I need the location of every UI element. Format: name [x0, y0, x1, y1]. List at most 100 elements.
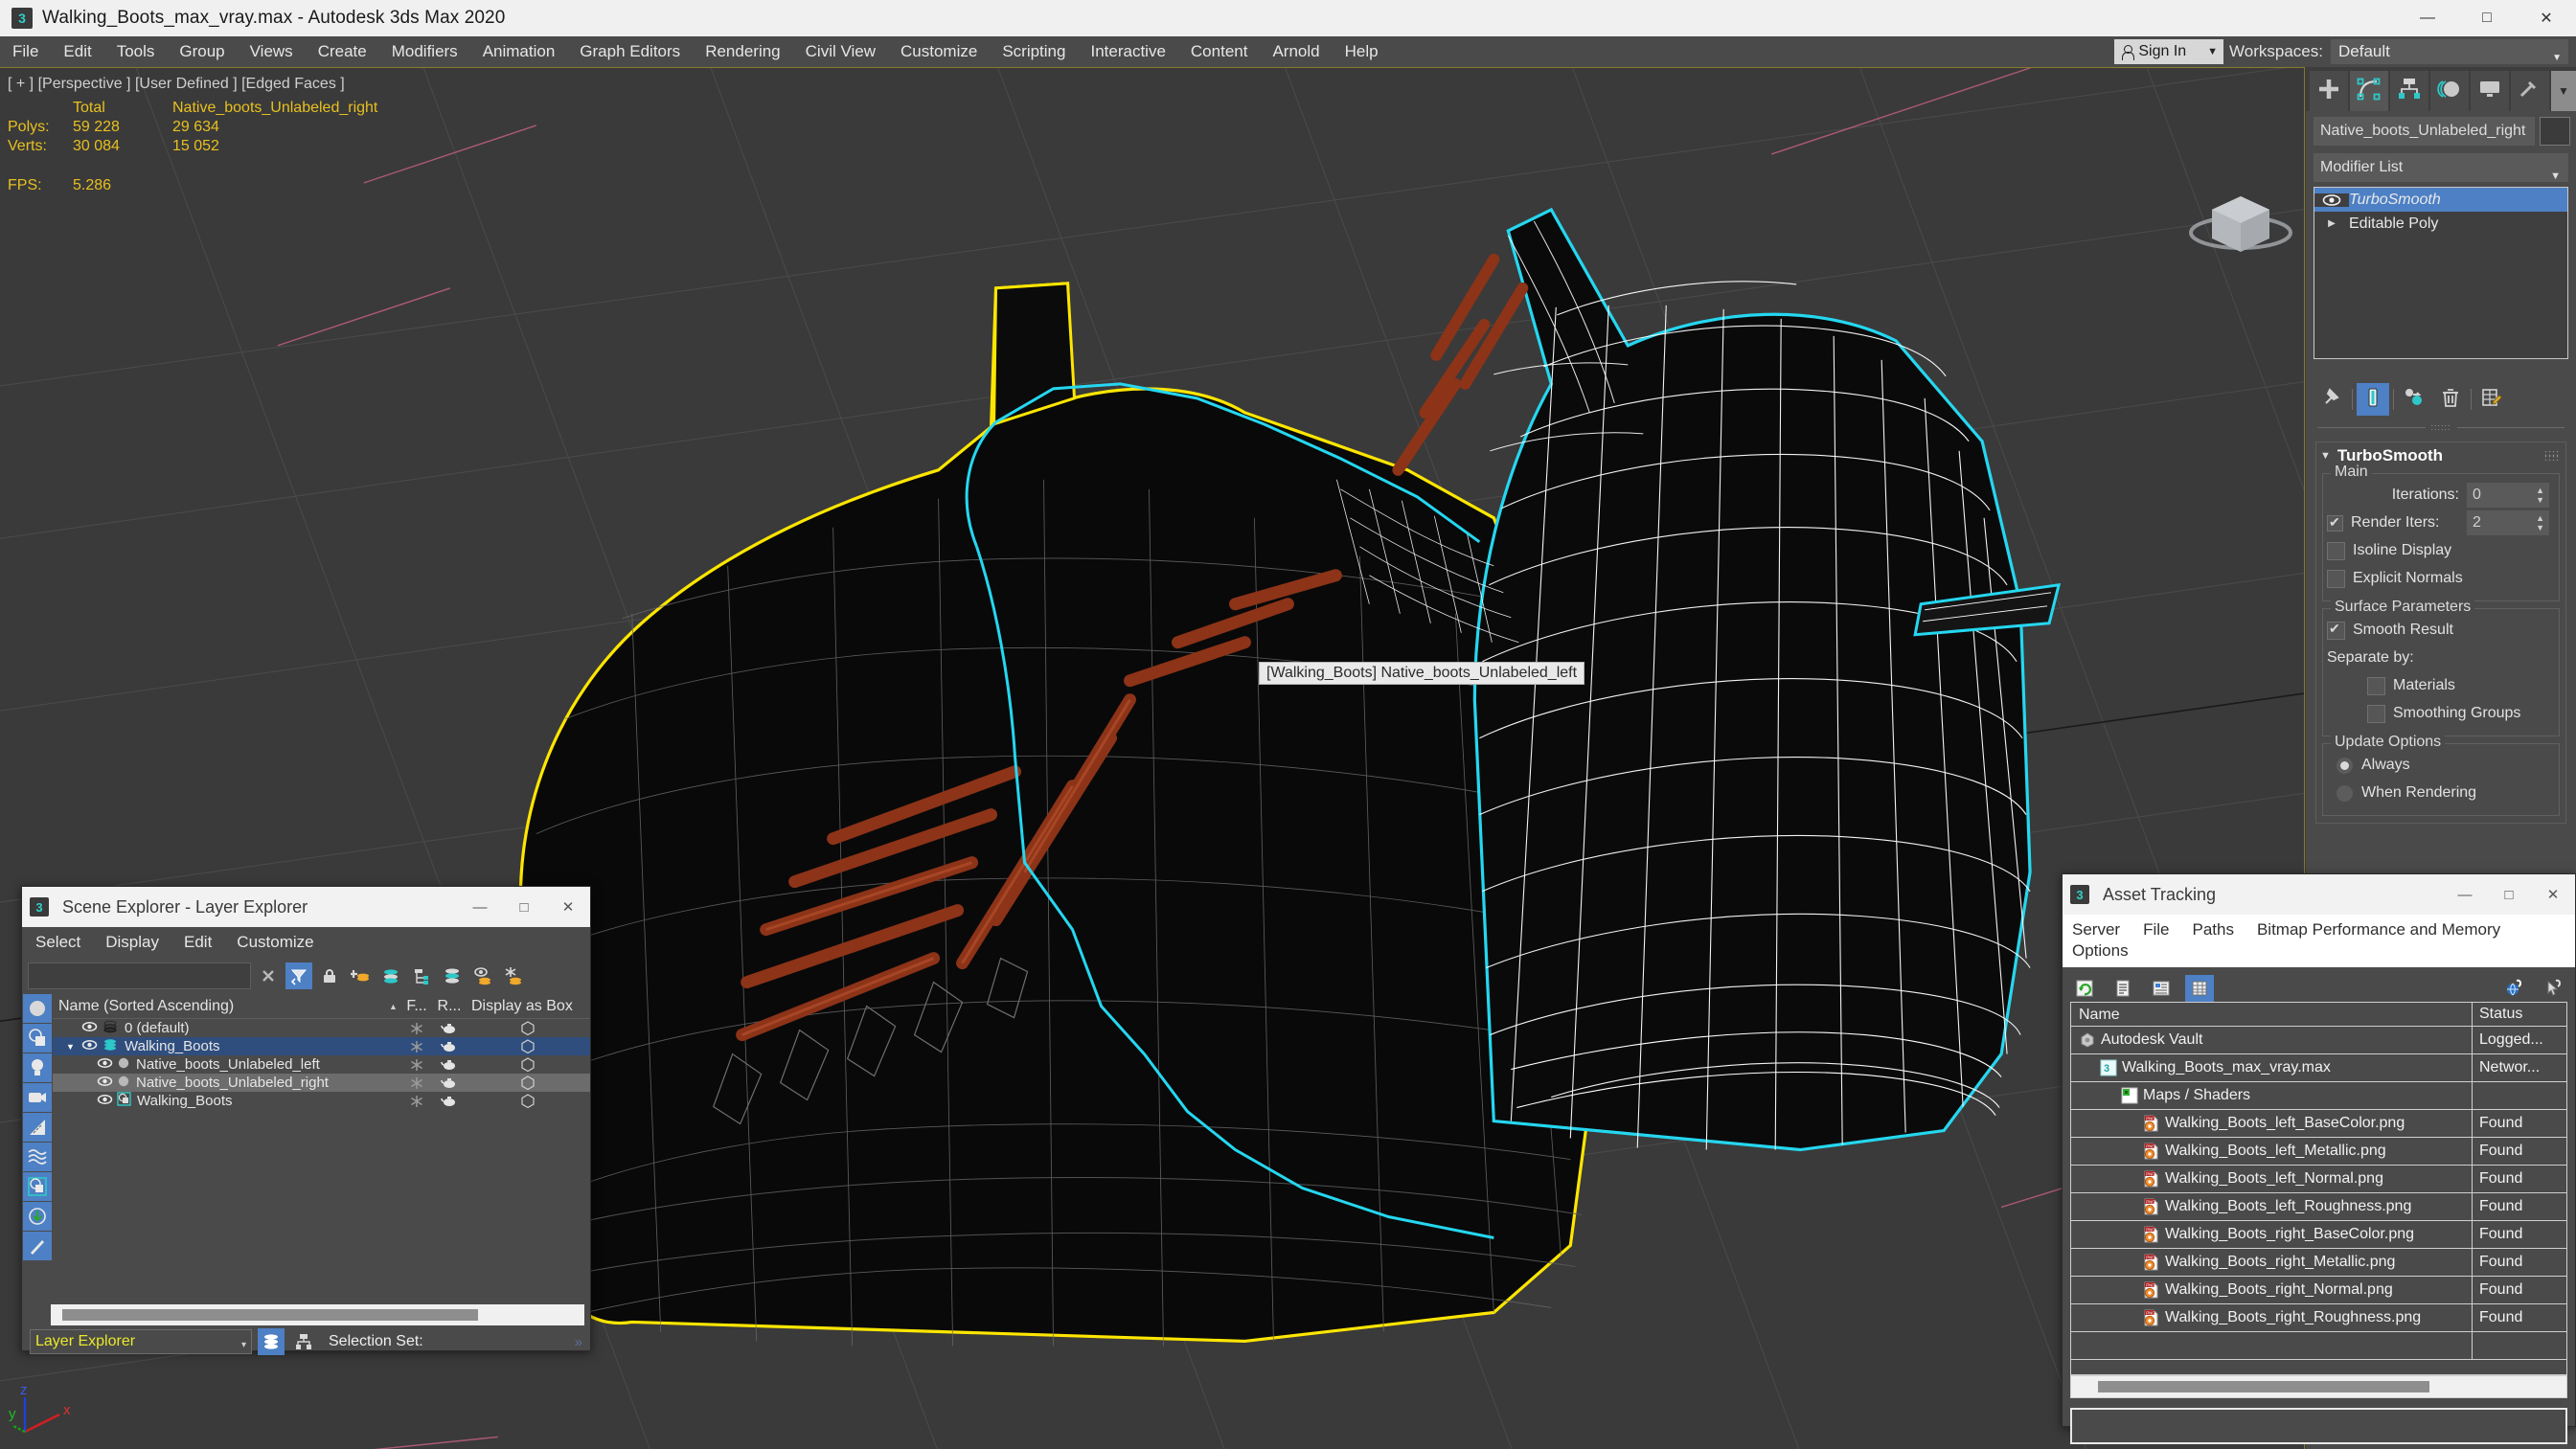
create-tab[interactable]: [2310, 71, 2348, 111]
menu-item-views[interactable]: Views: [238, 36, 306, 67]
pin-stack-button[interactable]: [2315, 383, 2348, 416]
spacewarps-filter-icon[interactable]: [23, 1143, 52, 1171]
eye-icon[interactable]: [81, 1020, 98, 1036]
scene-explorer-maximize-button[interactable]: □: [502, 887, 546, 927]
se-menu-item-edit[interactable]: Edit: [184, 933, 212, 952]
display-as-box-toggle[interactable]: [466, 1039, 590, 1053]
bones-filter-icon[interactable]: [23, 1232, 52, 1260]
menu-item-help[interactable]: Help: [1333, 36, 1391, 67]
expand-arrow-icon[interactable]: ▶: [2314, 218, 2349, 229]
menu-item-group[interactable]: Group: [167, 36, 237, 67]
display-as-box-toggle[interactable]: [466, 1075, 590, 1090]
table-row[interactable]: PNG Walking_Boots_left_BaseColor.png Found: [2071, 1109, 2566, 1138]
display-as-box-toggle[interactable]: [466, 1094, 590, 1108]
hide-layer-button[interactable]: [469, 962, 496, 989]
at-menu-item-options[interactable]: Options: [2072, 940, 2129, 962]
menu-item-animation[interactable]: Animation: [470, 36, 568, 67]
shapes-filter-icon[interactable]: [23, 1024, 52, 1053]
eye-icon[interactable]: [97, 1093, 113, 1109]
always-radio[interactable]: [2337, 757, 2353, 774]
eye-icon[interactable]: [81, 1038, 98, 1054]
column-render[interactable]: R...: [433, 998, 466, 1015]
frozen-toggle[interactable]: [400, 1022, 433, 1035]
at-menu-item-bitmap[interactable]: Bitmap Performance and Memory: [2257, 919, 2500, 940]
scene-explorer-minimize-button[interactable]: —: [458, 887, 502, 927]
modifier-list-dropdown[interactable]: Modifier List: [2314, 153, 2568, 191]
menu-item-arnold[interactable]: Arnold: [1260, 36, 1332, 67]
table-row[interactable]: Native_boots_Unlabeled_right: [53, 1074, 590, 1092]
table-row[interactable]: PNG Walking_Boots_left_Roughness.png Found: [2071, 1192, 2566, 1221]
table-row[interactable]: PNG Walking_Boots_right_Roughness.png Foun…: [2071, 1303, 2566, 1332]
menu-item-content[interactable]: Content: [1178, 36, 1261, 67]
table-row[interactable]: PNG Walking_Boots_right_Metallic.png Found: [2071, 1248, 2566, 1277]
se-menu-item-display[interactable]: Display: [105, 933, 159, 952]
scene-explorer-close-button[interactable]: ✕: [546, 887, 590, 927]
viewport-label[interactable]: [ + ] [Perspective ] [User Defined ] [Ed…: [8, 76, 377, 93]
layer-explorer-mode-button[interactable]: [258, 1328, 285, 1355]
display-as-box-toggle[interactable]: [466, 1057, 590, 1072]
table-row[interactable]: Autodesk Vault Logged...: [2071, 1026, 2566, 1054]
details-view-button[interactable]: [2147, 975, 2176, 1002]
groups-filter-icon[interactable]: [23, 1172, 52, 1201]
menu-item-scripting[interactable]: Scripting: [990, 36, 1078, 67]
scene-explorer-window[interactable]: 3 Scene Explorer - Layer Explorer — □ ✕ …: [21, 886, 591, 1357]
table-row[interactable]: Native_boots_Unlabeled_left: [53, 1055, 590, 1074]
filter-button[interactable]: [285, 962, 312, 989]
object-name-field[interactable]: Native_boots_Unlabeled_right: [2314, 117, 2535, 146]
asset-tracking-horizontal-scrollbar[interactable]: [2070, 1375, 2567, 1398]
frozen-toggle[interactable]: [400, 1058, 433, 1072]
close-button[interactable]: ✕: [2517, 0, 2576, 36]
eye-icon[interactable]: [97, 1056, 113, 1073]
expander-icon[interactable]: ▼: [66, 1042, 81, 1052]
scene-explorer-horizontal-scrollbar[interactable]: [51, 1304, 584, 1325]
se-menu-item-select[interactable]: Select: [35, 933, 80, 952]
scene-explorer-list[interactable]: Name (Sorted Ascending) ▲ F... R... Disp…: [53, 994, 590, 1301]
frozen-toggle[interactable]: [400, 1076, 433, 1090]
list-view-button[interactable]: [2109, 975, 2137, 1002]
table-row[interactable]: Walking_Boots: [53, 1092, 590, 1110]
layers-button[interactable]: [439, 962, 466, 989]
explorer-name-combo[interactable]: Layer Explorer: [30, 1329, 252, 1357]
table-row[interactable]: PNG Walking_Boots_right_BaseColor.png Foun…: [2071, 1220, 2566, 1249]
minimize-button[interactable]: —: [2398, 0, 2457, 36]
render-iters-checkbox[interactable]: [2327, 514, 2343, 532]
isoline-display-checkbox[interactable]: [2327, 541, 2345, 560]
menu-item-modifiers[interactable]: Modifiers: [379, 36, 470, 67]
render-toggle[interactable]: [433, 1077, 466, 1089]
modifier-stack[interactable]: TurboSmooth ▶ Editable Poly: [2314, 187, 2568, 359]
table-row[interactable]: 0 (default): [53, 1019, 590, 1037]
materials-checkbox[interactable]: [2367, 676, 2385, 695]
helpers-filter-icon[interactable]: [23, 1113, 52, 1142]
workspaces-select[interactable]: Default: [2331, 39, 2568, 71]
hierarchy-tab[interactable]: [2389, 71, 2428, 111]
render-toggle[interactable]: [433, 1023, 466, 1034]
modifier-stack-row[interactable]: TurboSmooth: [2314, 188, 2567, 212]
table-row[interactable]: PNG Walking_Boots_left_Metallic.png Found: [2071, 1137, 2566, 1166]
at-menu-item-server[interactable]: Server: [2072, 919, 2120, 940]
column-frozen[interactable]: F...: [400, 998, 433, 1015]
asset-tracking-window[interactable]: 3 Asset Tracking — □ ✕ Server File Paths Bi…: [2062, 873, 2576, 1444]
cameras-filter-icon[interactable]: [23, 1083, 52, 1112]
explicit-normals-checkbox[interactable]: [2327, 569, 2345, 588]
frozen-toggle[interactable]: [400, 1040, 433, 1053]
sign-in-button[interactable]: Sign In ▼: [2114, 39, 2224, 64]
asset-tracking-close-button[interactable]: ✕: [2531, 874, 2575, 915]
menu-item-customize[interactable]: Customize: [888, 36, 990, 67]
motion-tab[interactable]: [2429, 71, 2469, 111]
scene-explorer-mode-button[interactable]: [290, 1328, 317, 1355]
divider-grip-icon[interactable]: ::::::: [2431, 422, 2451, 432]
menu-item-edit[interactable]: Edit: [51, 36, 103, 67]
menu-item-tools[interactable]: Tools: [104, 36, 168, 67]
menu-item-interactive[interactable]: Interactive: [1078, 36, 1177, 67]
scene-explorer-search-input[interactable]: [28, 962, 251, 989]
asset-tracking-maximize-button[interactable]: □: [2487, 874, 2531, 915]
xrefs-filter-icon[interactable]: [23, 1202, 52, 1231]
table-row[interactable]: PNG Walking_Boots_right_Normal.png Found: [2071, 1276, 2566, 1304]
scrollbar-thumb[interactable]: [2098, 1381, 2430, 1392]
smooth-result-checkbox[interactable]: [2327, 621, 2345, 640]
eye-icon[interactable]: [2314, 192, 2349, 207]
smoothing-groups-checkbox[interactable]: [2367, 704, 2385, 723]
eye-icon[interactable]: [97, 1075, 113, 1091]
se-menu-item-customize[interactable]: Customize: [237, 933, 313, 952]
statusbar-chevron-icon[interactable]: »: [575, 1334, 582, 1350]
